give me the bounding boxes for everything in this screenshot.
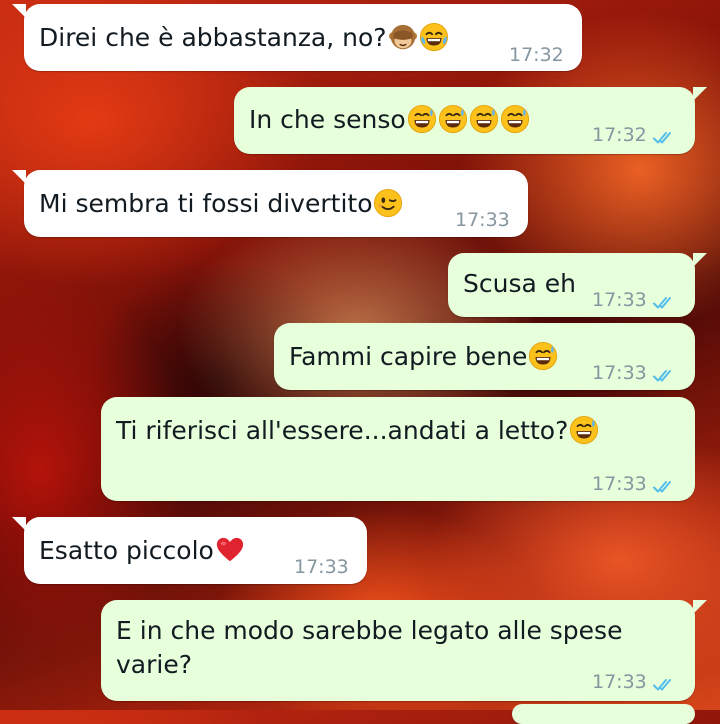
message-time: 17:33 (592, 283, 675, 317)
message-text: Esatto piccolo (39, 534, 245, 568)
see-no-evil-monkey-icon (388, 22, 418, 52)
message-time: 17:33 (294, 556, 349, 578)
message-time: 17:33 (592, 665, 675, 699)
message-text: Mi sembra ti fossi divertito (39, 187, 403, 221)
joy-icon (419, 22, 449, 52)
message-text: Fammi capire bene (289, 340, 558, 374)
message-bubble-incoming[interactable]: Esatto piccolo 17:33 (12, 517, 367, 584)
message-text: Scusa eh (463, 269, 576, 298)
message-time: 17:33 (592, 467, 675, 501)
message-text: In che senso (249, 103, 530, 137)
red-heart-icon (215, 535, 245, 565)
message-bubble-outgoing[interactable]: Ti riferisci all'essere...andati a letto… (101, 397, 695, 501)
wink-icon (373, 188, 403, 218)
message-bubble-outgoing[interactable]: Scusa eh 17:33 (448, 253, 707, 317)
sweat-smile-icon (569, 415, 599, 445)
read-receipt-icon (653, 369, 675, 383)
sweat-smile-icon (500, 104, 530, 134)
message-bubble-outgoing-partial (512, 704, 695, 724)
message-bubble-outgoing[interactable]: E in che modo sarebbe legato alle spese … (101, 600, 707, 701)
message-text: E in che modo sarebbe legato alle spese … (116, 616, 623, 679)
message-time: 17:33 (592, 356, 675, 390)
sweat-smile-icon (438, 104, 468, 134)
message-bubble-outgoing[interactable]: In che senso 17:32 (234, 87, 707, 154)
read-receipt-icon (653, 678, 675, 692)
read-receipt-icon (653, 296, 675, 310)
message-bubble-incoming[interactable]: Mi sembra ti fossi divertito 17:33 (12, 170, 528, 237)
message-time: 17:32 (592, 118, 675, 152)
message-text: Direi che è abbastanza, no? (39, 21, 449, 55)
message-bubble-incoming[interactable]: Direi che è abbastanza, no? 17:32 (12, 4, 582, 71)
sweat-smile-icon (407, 104, 437, 134)
read-receipt-icon (653, 131, 675, 145)
sweat-smile-icon (469, 104, 499, 134)
sweat-smile-icon (528, 341, 558, 371)
message-bubble-outgoing[interactable]: Fammi capire bene 17:33 (274, 323, 695, 390)
message-time: 17:33 (455, 209, 510, 231)
message-time: 17:32 (509, 44, 564, 66)
message-text: Ti riferisci all'essere...andati a letto… (116, 414, 599, 448)
read-receipt-icon (653, 480, 675, 494)
